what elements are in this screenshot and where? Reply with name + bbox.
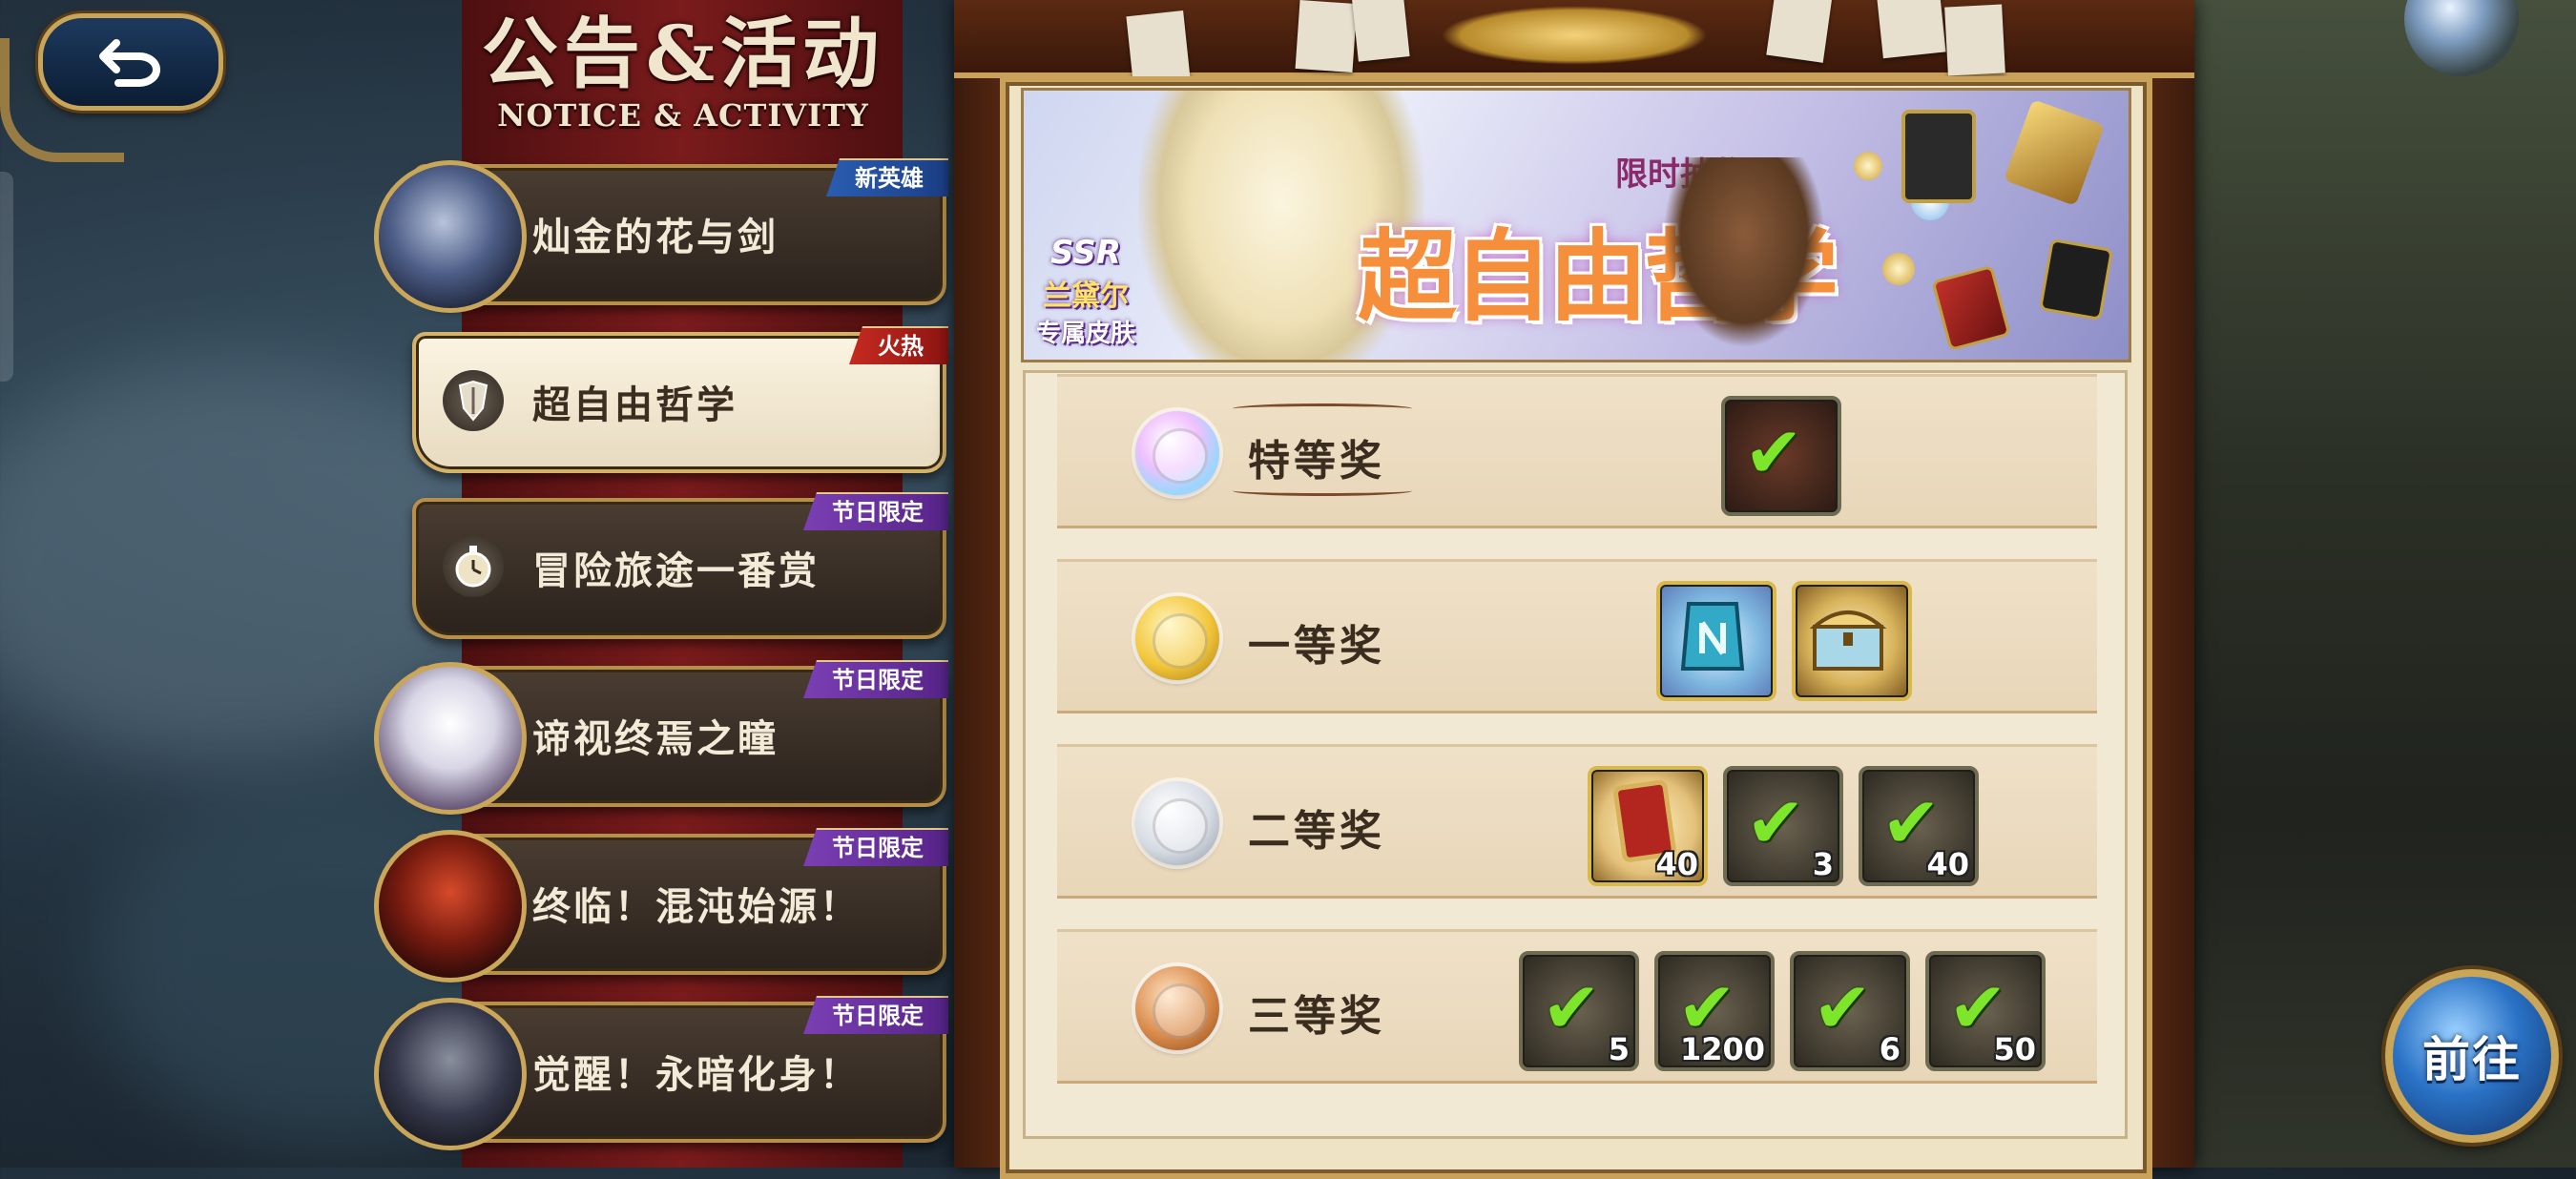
silver-medal-icon bbox=[1135, 781, 1219, 865]
holiday-limited-badge: 节日限定 bbox=[803, 660, 948, 698]
prize-row-third: 三等奖 ✔ 5 ✔ 1200 ✔ 6 ✔ 50 bbox=[1057, 929, 2097, 1084]
mystery-scroll-icon bbox=[2038, 238, 2114, 321]
back-button[interactable] bbox=[38, 13, 223, 111]
checkmark-icon: ✔ bbox=[1813, 967, 1873, 1049]
reward-quantity: 40 bbox=[1926, 846, 1969, 882]
golden-card-icon bbox=[2004, 99, 2105, 206]
sidebar-title-zh: 公告&活动 bbox=[481, 9, 885, 98]
reward-quantity: 40 bbox=[1655, 846, 1698, 882]
pinned-note-decoration bbox=[1351, 0, 1410, 62]
hot-badge: 火热 bbox=[849, 326, 948, 364]
holiday-limited-badge: 节日限定 bbox=[803, 492, 948, 530]
hero-avatar bbox=[374, 662, 527, 815]
pinned-note-decoration bbox=[1944, 4, 2005, 76]
reward-quantity: 1200 bbox=[1679, 1031, 1765, 1067]
prize-row-grand: 特等奖 ✔ bbox=[1057, 374, 2097, 528]
goto-button-label: 前往 bbox=[2422, 1031, 2522, 1087]
pocket-watch-icon bbox=[443, 536, 504, 597]
exclusive-skin-text: 专属皮肤 bbox=[1035, 320, 1135, 348]
reward-item[interactable]: ✔ 6 bbox=[1790, 951, 1910, 1071]
flourish-top bbox=[1233, 403, 1412, 414]
pinned-note-decoration bbox=[1295, 0, 1358, 73]
sidebar-item-label: 终临！混沌始源！ bbox=[532, 884, 861, 929]
reward-item[interactable]: ✔ 3 bbox=[1723, 766, 1843, 886]
edge-handle bbox=[0, 172, 13, 382]
reward-item[interactable] bbox=[1792, 581, 1912, 701]
checkmark-icon: ✔ bbox=[1744, 412, 1804, 494]
reward-quantity: 50 bbox=[1993, 1031, 2036, 1067]
flourish-bottom bbox=[1233, 486, 1412, 496]
orb-decoration bbox=[1854, 152, 1882, 180]
ssr-skin-label: SSR 兰黛尔 专属皮肤 bbox=[1033, 234, 1138, 349]
prize-name: 特等奖 bbox=[1248, 437, 1385, 486]
sidebar-title-en: NOTICE & ACTIVITY bbox=[497, 97, 869, 134]
hero-avatar bbox=[374, 830, 527, 982]
medal-face bbox=[1153, 983, 1208, 1039]
checkmark-icon: ✔ bbox=[1746, 782, 1806, 864]
medal-face bbox=[1153, 798, 1208, 854]
sidebar-item-golden-flower-sword[interactable]: 灿金的花与剑 新英雄 bbox=[374, 158, 948, 313]
holiday-limited-badge: 节日限定 bbox=[803, 996, 948, 1034]
ssr-text: SSR bbox=[1050, 234, 1121, 272]
goto-button[interactable]: 前往 bbox=[2385, 969, 2559, 1143]
reward-item[interactable]: ✔ 1200 bbox=[1654, 951, 1775, 1071]
prize-row-second: 二等奖 40 ✔ 3 ✔ 40 bbox=[1057, 744, 2097, 899]
hero-avatar bbox=[374, 160, 527, 313]
back-arrow-icon bbox=[99, 39, 160, 87]
reward-quantity: 5 bbox=[1608, 1031, 1630, 1067]
reward-item[interactable]: ✔ 40 bbox=[1859, 766, 1979, 886]
treasure-chest-icon bbox=[1809, 610, 1887, 671]
medal-face bbox=[1153, 613, 1208, 669]
prize-row-first: 一等奖 bbox=[1057, 559, 2097, 714]
reward-item[interactable] bbox=[1656, 581, 1776, 701]
sidebar-item-gaze-of-end[interactable]: 谛视终焉之瞳 节日限定 bbox=[374, 660, 948, 815]
reward-item[interactable]: ✔ bbox=[1721, 396, 1841, 516]
new-hero-badge: 新英雄 bbox=[826, 158, 948, 196]
reward-item[interactable]: ✔ 5 bbox=[1519, 951, 1639, 1071]
pinned-note-decoration bbox=[1766, 0, 1833, 63]
gold-medal-icon bbox=[1135, 596, 1219, 680]
medal-face bbox=[1153, 428, 1208, 484]
sidebar-item-eternal-dark[interactable]: 觉醒！永暗化身！ 节日限定 bbox=[374, 996, 948, 1150]
sidebar-item-adventure-lottery[interactable]: 冒险旅途一番赏 节日限定 bbox=[412, 492, 948, 639]
statue-artwork bbox=[1663, 157, 1825, 348]
shield-wing-icon bbox=[443, 370, 504, 431]
bronze-medal-icon bbox=[1135, 966, 1219, 1050]
red-card-icon bbox=[1931, 264, 2011, 352]
pinned-note-decoration bbox=[1876, 0, 1946, 59]
sidebar-title: 公告&活动 NOTICE & ACTIVITY bbox=[473, 8, 893, 134]
pinned-note-decoration bbox=[1126, 10, 1191, 85]
hero-avatar bbox=[374, 998, 527, 1150]
checkmark-icon: ✔ bbox=[1542, 967, 1602, 1049]
frame-crest-ornament bbox=[1441, 6, 1708, 65]
prize-name: 一等奖 bbox=[1248, 622, 1385, 671]
reward-quantity: 3 bbox=[1812, 846, 1834, 882]
character-name: 兰黛尔 bbox=[1043, 279, 1129, 313]
reward-item[interactable]: ✔ 50 bbox=[1925, 951, 2046, 1071]
sidebar-item-label: 冒险旅途一番赏 bbox=[532, 548, 820, 593]
sidebar-item-label: 觉醒！永暗化身！ bbox=[532, 1052, 861, 1097]
holiday-limited-badge: 节日限定 bbox=[803, 828, 948, 866]
orb-decoration bbox=[1882, 253, 1915, 285]
sidebar-item-free-philosophy[interactable]: 超自由哲学 火热 bbox=[412, 326, 948, 473]
mystery-box-icon bbox=[1901, 110, 1976, 203]
sidebar-item-chaos-origin[interactable]: 终临！混沌始源！ 节日限定 bbox=[374, 828, 948, 982]
reward-item[interactable]: 40 bbox=[1588, 766, 1708, 886]
event-banner[interactable]: SSR 兰黛尔 专属皮肤 限时抽奖 超自由哲学 bbox=[1021, 88, 2131, 362]
reward-quantity: 6 bbox=[1879, 1031, 1901, 1067]
rune-stone-icon bbox=[1680, 602, 1745, 671]
prize-name: 三等奖 bbox=[1248, 992, 1385, 1041]
prize-name: 二等奖 bbox=[1248, 807, 1385, 856]
sidebar-item-label: 谛视终焉之瞳 bbox=[532, 716, 779, 761]
sidebar-item-label: 超自由哲学 bbox=[532, 383, 737, 427]
rainbow-medal-icon bbox=[1135, 411, 1219, 495]
sidebar-item-label: 灿金的花与剑 bbox=[532, 215, 779, 259]
